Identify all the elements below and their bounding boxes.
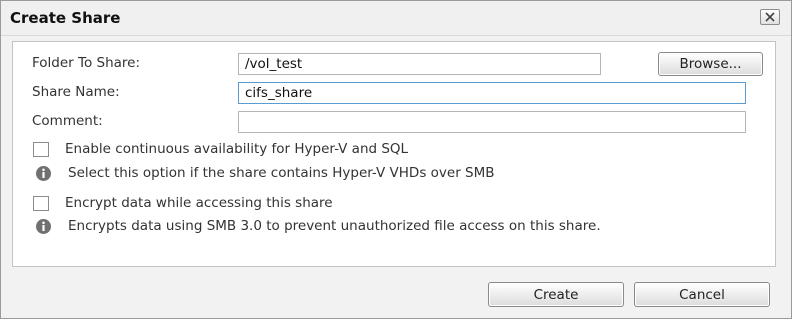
comment-input[interactable]	[238, 111, 746, 133]
comment-label: Comment:	[32, 113, 103, 129]
encrypt-data-label[interactable]: Encrypt data while accessing this share	[65, 195, 333, 211]
continuous-availability-info-text: Select this option if the share contains…	[68, 165, 495, 181]
folder-to-share-label: Folder To Share:	[32, 55, 141, 71]
cancel-button[interactable]: Cancel	[634, 282, 770, 307]
dialog-title: Create Share	[10, 9, 121, 27]
encrypt-data-checkbox[interactable]	[33, 196, 49, 211]
share-form-panel: Folder To Share: Browse... Share Name: C…	[12, 41, 776, 267]
info-icon	[36, 166, 51, 181]
folder-to-share-input[interactable]	[238, 53, 601, 75]
close-icon	[765, 12, 775, 22]
dialog-titlebar: Create Share	[1, 1, 791, 36]
encrypt-data-info-text: Encrypts data using SMB 3.0 to prevent u…	[68, 218, 601, 234]
create-share-dialog: Create Share Folder To Share: Browse... …	[0, 0, 792, 319]
info-icon	[36, 219, 51, 234]
continuous-availability-label[interactable]: Enable continuous availability for Hyper…	[65, 141, 408, 157]
close-button[interactable]	[760, 9, 780, 25]
share-name-input[interactable]	[238, 82, 746, 104]
browse-button[interactable]: Browse...	[658, 52, 763, 76]
share-name-label: Share Name:	[32, 84, 120, 100]
continuous-availability-checkbox[interactable]	[33, 142, 49, 157]
create-button[interactable]: Create	[488, 282, 624, 307]
